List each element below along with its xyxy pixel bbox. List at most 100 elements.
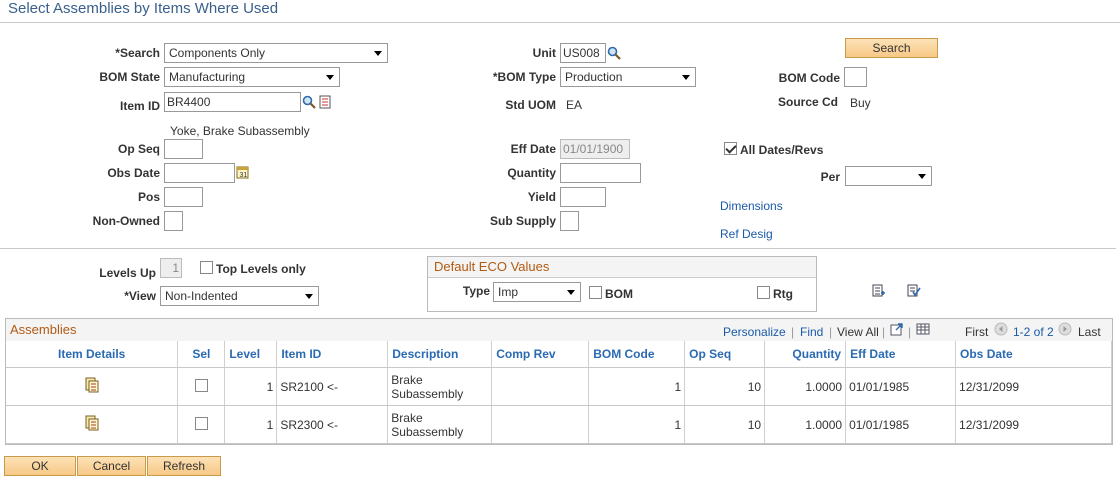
find-link[interactable]: Find: [800, 325, 823, 339]
search-icon[interactable]: [302, 95, 316, 109]
item-id-input[interactable]: BR4400: [164, 92, 301, 112]
sel-cell: [177, 405, 226, 444]
section-divider: [0, 248, 1116, 249]
yield-input[interactable]: [560, 187, 606, 207]
all-dates-checkbox[interactable]: [724, 142, 737, 155]
search-label: *Search: [115, 46, 160, 60]
level-cell: 1: [224, 405, 278, 444]
personalize-link[interactable]: Personalize: [723, 325, 786, 339]
obs-date-input[interactable]: [164, 163, 235, 183]
col-item-details: Item Details: [6, 341, 179, 368]
levels-up-input: 1: [160, 258, 182, 278]
chevron-down-icon: [682, 75, 690, 80]
op-seq-cell: 10: [684, 405, 766, 444]
description-cell: Brake Subassembly: [387, 367, 493, 406]
grid-separator: |: [908, 325, 912, 339]
chevron-down-icon: [305, 294, 313, 299]
cancel-button[interactable]: Cancel: [77, 456, 146, 476]
non-owned-input[interactable]: [164, 211, 183, 231]
select-all-icon[interactable]: [872, 284, 886, 298]
col-item-id: Item ID: [276, 341, 389, 368]
obs-date-cell: 12/31/2099: [955, 405, 1112, 444]
search-icon[interactable]: [607, 46, 621, 60]
level-cell: 1: [224, 367, 278, 406]
bom-code-cell: 1: [588, 367, 686, 406]
chevron-down-icon: [374, 51, 382, 56]
assemblies-table: Item Details Sel Level Item ID Descripti…: [6, 341, 1112, 444]
table-row: 1 SR2300 <- Brake Subassembly 1 10 1.0000…: [6, 405, 1112, 444]
description-line-1: Brake: [391, 372, 423, 387]
bom-state-select[interactable]: Manufacturing: [164, 67, 340, 87]
op-seq-input[interactable]: [164, 139, 203, 159]
col-description: Description: [387, 341, 493, 368]
bom-type-label: *BOM Type: [492, 70, 556, 84]
eco-type-select[interactable]: Imp: [493, 282, 581, 302]
bom-code-label: BOM Code: [778, 71, 840, 85]
detail-list-icon[interactable]: [318, 95, 332, 109]
ok-button[interactable]: OK: [4, 456, 76, 476]
dimensions-link[interactable]: Dimensions: [720, 199, 783, 213]
pos-label: Pos: [137, 190, 160, 204]
eco-type-select-value: Imp: [498, 285, 519, 299]
eff-date-cell: 01/01/1985: [845, 405, 957, 444]
next-icon: [1058, 322, 1072, 336]
first-label: First: [965, 325, 989, 339]
new-window-icon[interactable]: [890, 322, 904, 336]
chevron-down-icon: [918, 174, 926, 179]
col-level: Level: [224, 341, 278, 368]
per-select[interactable]: [845, 166, 932, 186]
eco-bom-label: BOM: [605, 287, 633, 301]
refresh-button[interactable]: Refresh: [147, 456, 221, 476]
bom-code-input[interactable]: [844, 67, 867, 87]
col-quantity: Quantity: [764, 341, 847, 368]
quantity-cell: 1.0000: [764, 405, 847, 444]
view-select-value: Non-Indented: [165, 289, 238, 303]
obs-date-label: Obs Date: [107, 166, 160, 180]
col-op-seq: Op Seq: [684, 341, 766, 368]
op-seq-label: Op Seq: [117, 142, 160, 156]
eco-bom-checkbox[interactable]: [589, 286, 602, 299]
col-sel: Sel: [177, 341, 226, 368]
download-spreadsheet-icon[interactable]: [916, 322, 930, 336]
sub-supply-input[interactable]: [560, 211, 579, 231]
ref-desig-link[interactable]: Ref Desig: [720, 227, 773, 241]
item-id-cell: SR2100 <-: [276, 367, 389, 406]
bom-state-label: BOM State: [99, 70, 160, 84]
item-details-icon[interactable]: [84, 377, 100, 393]
top-levels-checkbox[interactable]: [200, 261, 213, 274]
top-levels-label: Top Levels only: [216, 262, 306, 276]
eff-date-label: Eff Date: [510, 142, 556, 156]
item-details-cell: [6, 367, 179, 406]
sel-cell: [177, 367, 226, 406]
quantity-input[interactable]: [560, 163, 641, 183]
yield-label: Yield: [527, 190, 556, 204]
comp-rev-cell: [491, 367, 590, 406]
item-details-icon[interactable]: [84, 415, 100, 431]
row-select-checkbox[interactable]: [194, 416, 208, 430]
source-cd-label: Source Cd: [777, 95, 838, 109]
last-label: Last: [1078, 325, 1101, 339]
item-id-cell: SR2300 <-: [276, 405, 389, 444]
all-dates-label: All Dates/Revs: [740, 143, 824, 157]
bom-type-select[interactable]: Production: [560, 67, 696, 87]
grid-header-bar: [6, 319, 1112, 342]
eff-date-input: 01/01/1900: [560, 139, 630, 159]
chevron-down-icon: [326, 75, 334, 80]
eco-rtg-checkbox[interactable]: [757, 286, 770, 299]
comp-rev-cell: [491, 405, 590, 444]
pos-input[interactable]: [164, 187, 203, 207]
view-select[interactable]: Non-Indented: [160, 286, 319, 306]
view-all-link[interactable]: View All: [837, 325, 879, 339]
chevron-down-icon: [567, 290, 575, 295]
unit-input[interactable]: US008: [560, 43, 606, 63]
col-comp-rev: Comp Rev: [491, 341, 590, 368]
grid-separator: |: [829, 325, 833, 339]
calendar-icon[interactable]: 31: [236, 165, 250, 179]
description-cell: Brake Subassembly: [387, 405, 493, 444]
obs-date-cell: 12/31/2099: [955, 367, 1112, 406]
search-select[interactable]: Components Only: [164, 43, 388, 63]
row-select-checkbox[interactable]: [194, 378, 208, 392]
item-description: Yoke, Brake Subassembly: [170, 124, 310, 138]
search-button[interactable]: Search: [845, 38, 938, 58]
deselect-all-icon[interactable]: [907, 284, 921, 298]
